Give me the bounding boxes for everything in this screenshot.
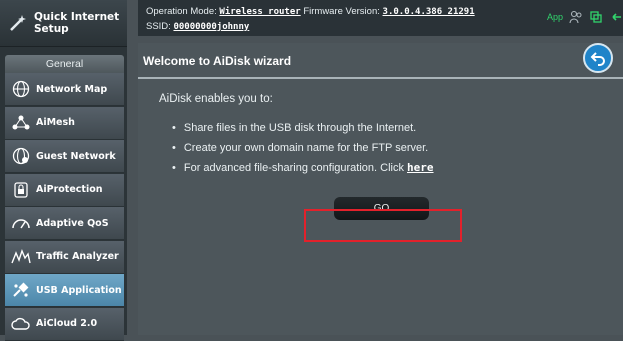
op-mode-label: Operation Mode: bbox=[146, 6, 217, 17]
list-item: • For advanced file-sharing configuration… bbox=[172, 161, 434, 174]
usb-status-icon[interactable] bbox=[589, 10, 603, 24]
sidebar-item-label: USB Application bbox=[36, 284, 122, 296]
sidebar-item-label: Traffic Analyzer bbox=[36, 251, 119, 262]
sidebar-item-guest-network[interactable]: Guest Network bbox=[5, 140, 124, 173]
bullet-text: Share files in the USB disk through the … bbox=[183, 122, 417, 134]
back-arrow-icon bbox=[590, 52, 605, 66]
ssid-label: SSID: bbox=[146, 21, 171, 32]
wand-icon bbox=[8, 12, 28, 34]
status-line-2: SSID: 00000000johnny bbox=[146, 21, 249, 32]
app-link[interactable]: App bbox=[547, 12, 563, 22]
sidebar-item-usb-application[interactable]: USB Application bbox=[5, 274, 124, 307]
sidebar-item-adaptive-qos[interactable]: Adaptive QoS bbox=[5, 207, 124, 240]
sidebar-item-traffic-analyzer[interactable]: Traffic Analyzer bbox=[5, 240, 124, 274]
traffic-icon bbox=[10, 246, 32, 268]
op-mode-link[interactable]: Wireless router bbox=[219, 7, 300, 17]
globe-icon bbox=[10, 78, 32, 100]
quick-internet-setup-button[interactable]: Quick Internet Setup bbox=[0, 0, 127, 47]
sidebar-nav: Network Map AiMesh Guest Network AiProte… bbox=[5, 73, 124, 341]
ssid-value: 00000000johnny bbox=[173, 22, 250, 32]
divider bbox=[138, 77, 623, 79]
guest-globe-icon bbox=[10, 145, 32, 167]
bullet-text: For advanced file-sharing configuration.… bbox=[183, 162, 404, 174]
sidebar-item-aiprotection[interactable]: AiProtection bbox=[5, 173, 124, 207]
firmware-link[interactable]: 3.0.0.4.386_21291 bbox=[383, 7, 475, 17]
top-status-bar: Operation Mode: Wireless router Firmware… bbox=[138, 0, 623, 36]
highlight-box bbox=[304, 209, 462, 242]
feature-list: • Share files in the USB disk through the… bbox=[172, 120, 434, 180]
sidebar-item-aimesh[interactable]: AiMesh bbox=[5, 106, 124, 140]
lock-icon bbox=[10, 179, 32, 201]
sidebar-item-label: AiProtection bbox=[36, 184, 103, 195]
usb-app-icon bbox=[10, 279, 32, 301]
sidebar-item-network-map[interactable]: Network Map bbox=[5, 73, 124, 106]
general-section-header: General bbox=[5, 55, 124, 73]
aidisk-wizard-panel: Welcome to AiDisk wizard AiDisk enables … bbox=[138, 43, 623, 335]
network-status-icon[interactable] bbox=[609, 10, 623, 24]
sidebar-item-label: Adaptive QoS bbox=[36, 217, 109, 229]
cloud-icon bbox=[10, 313, 32, 335]
sidebar: Quick Internet Setup General Network Map… bbox=[0, 0, 127, 341]
bullet-text: Create your own domain name for the FTP … bbox=[183, 142, 429, 154]
panel-title-bar: Welcome to AiDisk wizard bbox=[138, 43, 623, 77]
sidebar-item-label: AiCloud 2.0 bbox=[36, 318, 98, 329]
status-line-1: Operation Mode: Wireless router Firmware… bbox=[146, 6, 475, 17]
intro-text: AiDisk enables you to: bbox=[159, 93, 273, 105]
quick-setup-label: Quick Internet Setup bbox=[34, 11, 120, 35]
list-item: • Share files in the USB disk through the… bbox=[172, 122, 417, 134]
mesh-icon bbox=[10, 112, 32, 134]
page-title: Welcome to AiDisk wizard bbox=[143, 54, 292, 68]
sidebar-item-aicloud[interactable]: AiCloud 2.0 bbox=[5, 307, 124, 341]
sidebar-item-label: Guest Network bbox=[36, 150, 116, 162]
back-button[interactable] bbox=[583, 43, 613, 73]
users-icon[interactable] bbox=[569, 10, 583, 24]
firmware-label: Firmware Version: bbox=[303, 6, 380, 17]
sidebar-item-label: Network Map bbox=[36, 83, 108, 95]
gauge-icon bbox=[10, 212, 32, 234]
header-icons: App bbox=[547, 10, 623, 24]
here-link[interactable]: here bbox=[407, 161, 434, 174]
list-item: • Create your own domain name for the FTP… bbox=[172, 142, 429, 154]
sidebar-item-label: AiMesh bbox=[36, 117, 75, 128]
